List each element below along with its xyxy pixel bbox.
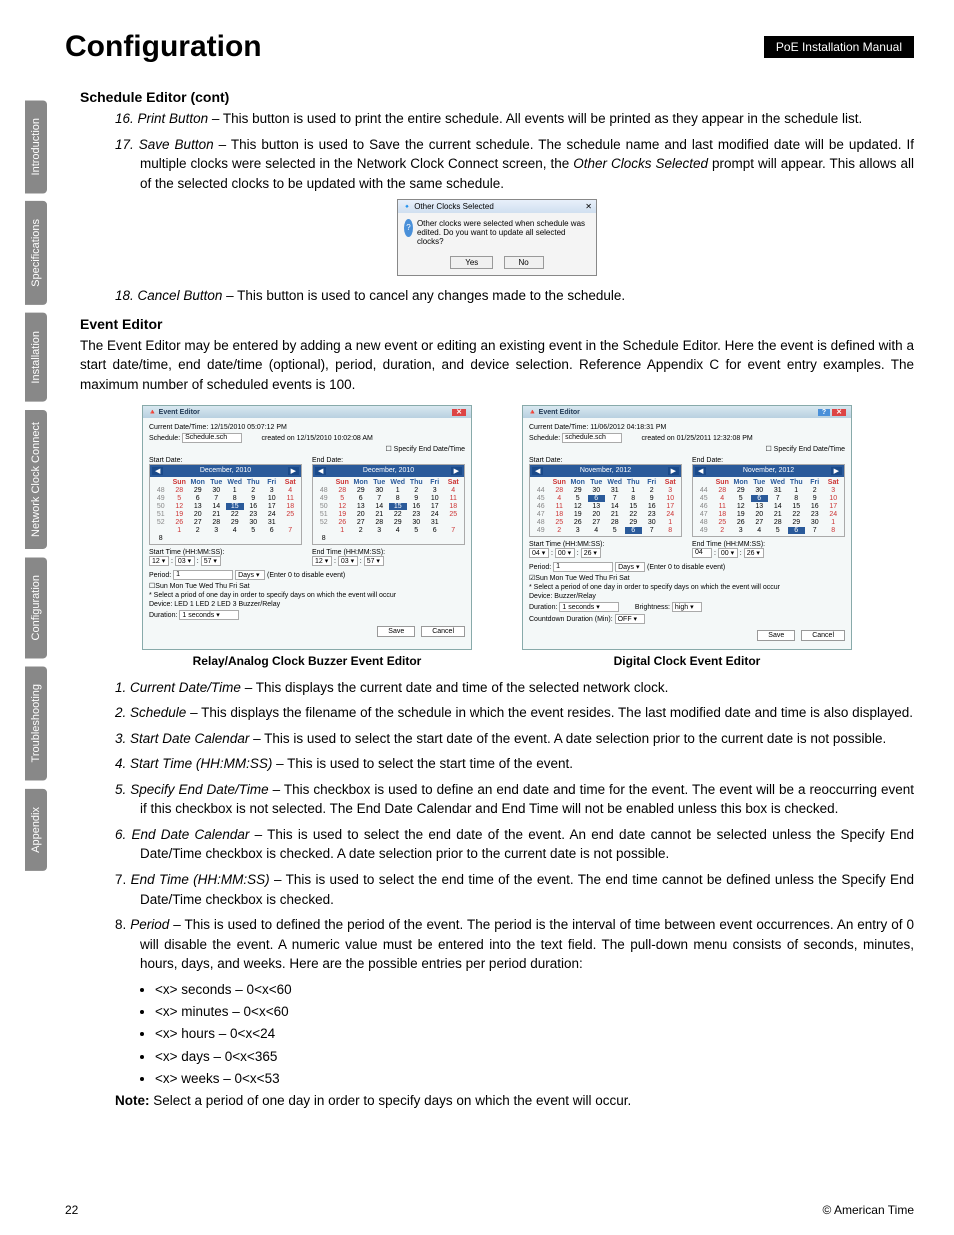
- list-item: 4. Start Time (HH:MM:SS) – This is used …: [115, 754, 914, 774]
- item-18: 18. Cancel Button – This button is used …: [115, 286, 914, 306]
- list-item: 1. Current Date/Time – This displays the…: [115, 678, 914, 698]
- tab-network-clock-connect[interactable]: Network Clock Connect: [25, 410, 47, 549]
- list-item: 7. End Time (HH:MM:SS) – This is used to…: [115, 870, 914, 909]
- digital-event-editor: 🔺 Event Editor ?✕ Current Date/Time: 11/…: [522, 405, 852, 650]
- list-item: 8. Period – This is used to defined the …: [115, 915, 914, 974]
- no-button[interactable]: No: [504, 256, 544, 269]
- save-button[interactable]: Save: [377, 626, 415, 637]
- start-calendar[interactable]: ◀November, 2012▶ SunMonTueWedThuFriSat44…: [529, 464, 682, 537]
- copyright: © American Time: [822, 1203, 914, 1217]
- dialog-message: Other clocks were selected when schedule…: [417, 219, 590, 246]
- caption-relay: Relay/Analog Clock Buzzer Event Editor: [142, 654, 472, 668]
- cancel-button[interactable]: Cancel: [421, 626, 465, 637]
- tab-installation[interactable]: Installation: [25, 313, 47, 402]
- schedule-field[interactable]: Schedule.sch: [182, 433, 242, 443]
- end-calendar[interactable]: ◀December, 2010▶ SunMonTueWedThuFriSat48…: [312, 464, 465, 545]
- tab-specifications[interactable]: Specifications: [25, 201, 47, 305]
- bullet-item: <x> hours – 0<x<24: [155, 1024, 914, 1044]
- side-nav: Introduction Specifications Installation…: [25, 100, 47, 879]
- close-icon[interactable]: ✕: [832, 409, 846, 416]
- item-17: 17. Save Button – This button is used to…: [115, 135, 914, 194]
- bullet-item: <x> seconds – 0<x<60: [155, 980, 914, 1000]
- close-icon[interactable]: ✕: [452, 409, 466, 416]
- bullet-item: <x> days – 0<x<365: [155, 1047, 914, 1067]
- page-number: 22: [65, 1203, 78, 1217]
- cancel-button[interactable]: Cancel: [801, 630, 845, 641]
- tab-appendix[interactable]: Appendix: [25, 789, 47, 871]
- list-item: 2. Schedule – This displays the filename…: [115, 703, 914, 723]
- tab-configuration[interactable]: Configuration: [25, 557, 47, 658]
- event-editor-intro: The Event Editor may be entered by addin…: [80, 336, 914, 395]
- bullet-item: <x> weeks – 0<x<53: [155, 1069, 914, 1089]
- bullet-item: <x> minutes – 0<x<60: [155, 1002, 914, 1022]
- current-datetime: Current Date/Time: 12/15/2010 05:07:12 P…: [149, 424, 465, 431]
- end-calendar[interactable]: ◀November, 2012▶ SunMonTueWedThuFriSat44…: [692, 464, 845, 537]
- current-datetime: Current Date/Time: 11/06/2012 04:18:31 P…: [529, 424, 845, 431]
- close-icon[interactable]: ✕: [585, 202, 592, 211]
- note: Note: Select a period of one day in orde…: [115, 1093, 914, 1108]
- list-item: 3. Start Date Calendar – This is used to…: [115, 729, 914, 749]
- relay-event-editor: 🔺 Event Editor ✕ Current Date/Time: 12/1…: [142, 405, 472, 650]
- yes-button[interactable]: Yes: [450, 256, 493, 269]
- page-title: Configuration: [65, 30, 262, 64]
- event-editor-heading: Event Editor: [80, 316, 914, 332]
- schedule-field[interactable]: schedule.sch: [562, 433, 622, 443]
- period-bullets: <x> seconds – 0<x<60<x> minutes – 0<x<60…: [155, 980, 914, 1089]
- tab-troubleshooting[interactable]: Troubleshooting: [25, 666, 47, 780]
- caption-digital: Digital Clock Event Editor: [522, 654, 852, 668]
- dialog-title: 🔹 Other Clocks Selected: [402, 202, 494, 211]
- list-item: 5. Specify End Date/Time – This checkbox…: [115, 780, 914, 819]
- tab-introduction[interactable]: Introduction: [25, 100, 47, 193]
- question-icon: ?: [404, 219, 413, 237]
- schedule-editor-heading: Schedule Editor (cont): [80, 89, 914, 105]
- other-clocks-dialog: 🔹 Other Clocks Selected ✕ ? Other clocks…: [397, 199, 597, 276]
- save-button[interactable]: Save: [757, 630, 795, 641]
- list-item: 6. End Date Calendar – This is used to s…: [115, 825, 914, 864]
- item-16: 16. Print Button – This button is used t…: [115, 109, 914, 129]
- start-calendar[interactable]: ◀December, 2010▶ SunMonTueWedThuFriSat48…: [149, 464, 302, 545]
- manual-badge: PoE Installation Manual: [764, 36, 914, 58]
